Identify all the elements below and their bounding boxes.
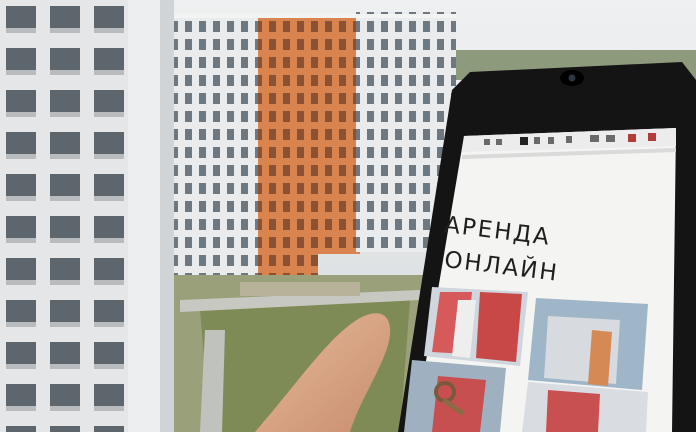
keys-icon xyxy=(404,360,506,432)
far-buildings xyxy=(166,12,456,276)
near-building xyxy=(0,0,174,432)
photo-scene xyxy=(0,0,696,432)
